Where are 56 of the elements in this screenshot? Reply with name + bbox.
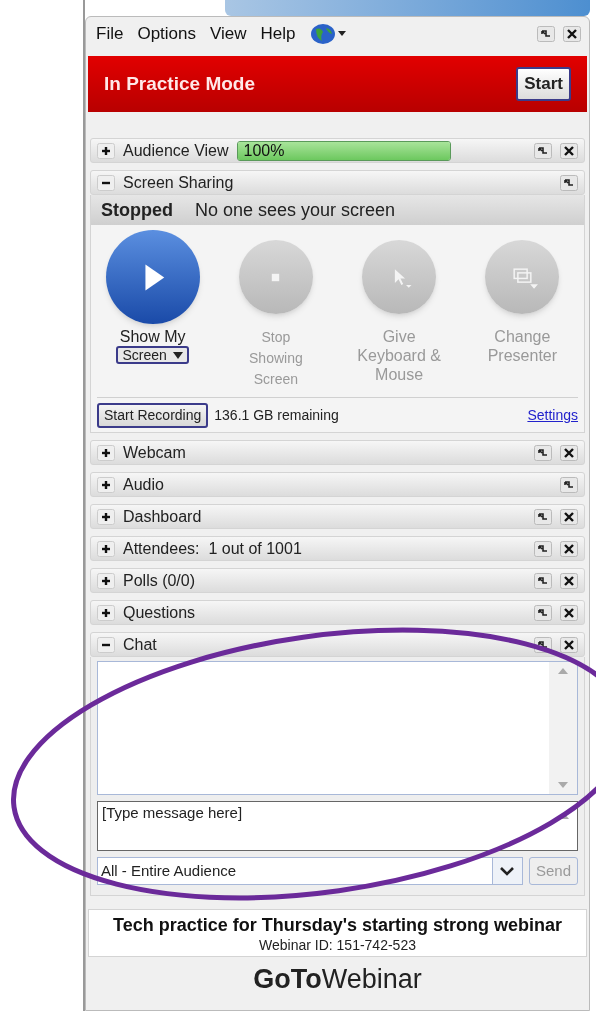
undock-icon[interactable] — [560, 476, 578, 493]
panel-title[interactable]: Audience View — [123, 138, 229, 163]
storage-text: 136.1 GB remaining — [214, 405, 339, 425]
menu-item[interactable]: Help — [260, 21, 296, 47]
panel-title[interactable]: Screen Sharing — [123, 170, 234, 195]
status-label: Stopped — [101, 198, 173, 222]
plus-icon[interactable] — [97, 142, 115, 159]
undock-icon[interactable] — [534, 444, 552, 461]
minus-icon[interactable] — [97, 174, 115, 191]
menu-item[interactable]: View — [210, 21, 247, 47]
close-icon[interactable] — [560, 604, 578, 621]
logo: GoToWebinar — [253, 964, 422, 994]
plus-icon[interactable] — [97, 444, 115, 461]
undock-icon[interactable] — [534, 572, 552, 589]
panel-title[interactable]: Dashboard — [123, 504, 202, 529]
panel-title[interactable]: Attendees: 1 out of 1001 — [123, 536, 302, 561]
panel-title[interactable]: Polls (0/0) — [123, 568, 196, 593]
close-icon[interactable] — [560, 508, 578, 525]
minus-icon[interactable] — [97, 636, 115, 653]
plus-icon[interactable] — [97, 508, 115, 525]
close-icon[interactable] — [560, 540, 578, 557]
panel-title[interactable]: Chat — [123, 632, 157, 657]
plus-icon[interactable] — [97, 604, 115, 621]
close-icon[interactable] — [560, 142, 578, 159]
undock-icon[interactable] — [534, 142, 552, 159]
undock-icon[interactable] — [537, 26, 555, 42]
menu-item[interactable]: Options — [137, 21, 196, 47]
webinar-title: Tech practice for Thursday's starting strong webinar — [112, 914, 562, 936]
plus-icon[interactable] — [97, 540, 115, 557]
status-text: No one sees your screen — [195, 198, 396, 222]
record-button[interactable]: Start Recording — [97, 402, 209, 428]
action-label[interactable]: Show My — [119, 327, 186, 346]
settings-link[interactable]: Settings — [527, 404, 578, 426]
start-button[interactable]: Start — [516, 67, 571, 101]
globe-icon[interactable] — [309, 23, 346, 45]
panel-title[interactable]: Audio — [123, 472, 164, 497]
recipient-dropdown[interactable]: All - Entire Audience — [97, 857, 523, 885]
close-icon[interactable] — [560, 572, 578, 589]
menu-item[interactable]: File — [96, 21, 124, 47]
undock-icon[interactable] — [560, 174, 578, 191]
panel-title[interactable]: Questions — [123, 600, 196, 625]
screen-dropdown[interactable]: Screen — [116, 346, 189, 364]
undock-icon[interactable] — [534, 508, 552, 525]
close-icon[interactable] — [560, 636, 578, 653]
caret-icon — [172, 351, 183, 359]
plus-icon[interactable] — [97, 476, 115, 493]
progress-reading: 100% — [243, 141, 285, 160]
undock-icon[interactable] — [534, 540, 552, 557]
panel-title[interactable]: Webcam — [123, 440, 186, 465]
banner-title: In Practice Mode — [104, 71, 255, 96]
chevron-down-icon[interactable] — [500, 866, 515, 876]
undock-icon[interactable] — [534, 604, 552, 621]
close-icon[interactable] — [560, 444, 578, 461]
close-icon[interactable] — [563, 26, 581, 42]
webinar-id: Webinar ID: 151-742-523 — [259, 936, 416, 954]
plus-icon[interactable] — [97, 572, 115, 589]
